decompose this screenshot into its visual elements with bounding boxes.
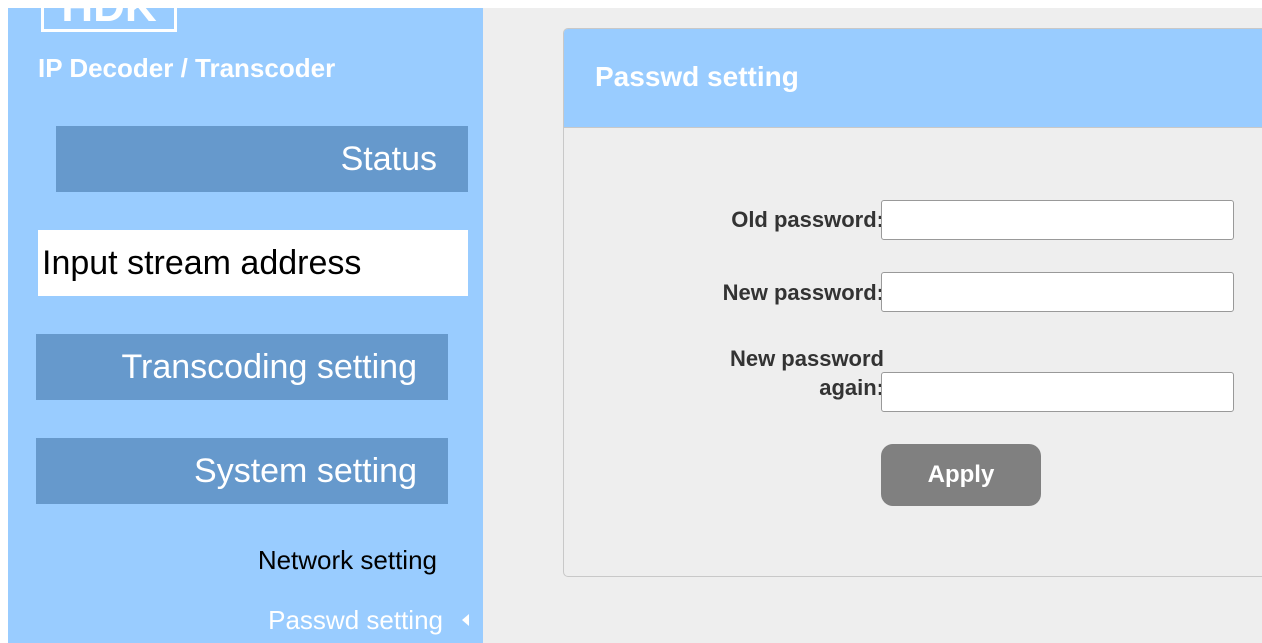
subnav-passwd-setting-label: Passwd setting [268,604,443,635]
subnav-network-setting-label: Network setting [257,544,437,575]
passwd-setting-panel: Passwd setting Old password: New passwor… [563,28,1262,577]
new-password-again-label-line2: again: [819,375,884,400]
old-password-label: Old password: [731,207,884,232]
product-title: IP Decoder / Transcoder [38,53,336,83]
new-password-again-label: New password again: [730,344,884,402]
nav-status-label: Status [340,139,437,178]
old-password-input[interactable] [881,200,1234,240]
nav-system-setting-button[interactable]: System setting [36,438,448,504]
sidebar: HDK IP Decoder / Transcoder Status Input… [8,8,483,643]
nav-transcoding-setting-button[interactable]: Transcoding setting [36,334,448,400]
apply-button[interactable]: Apply [881,444,1041,506]
new-password-label: New password: [722,280,884,305]
brand-logo: HDK [41,8,177,32]
new-password-input[interactable] [881,272,1234,312]
nav-transcoding-setting-label: Transcoding setting [121,347,417,386]
new-password-again-label-line1: New password [729,346,884,371]
subnav-network-setting-link[interactable]: Network setting [258,540,437,580]
nav-status-button[interactable]: Status [56,126,468,192]
panel-header: Passwd setting [564,29,1262,128]
nav-input-stream-address-label: Input stream address [42,243,362,282]
new-password-again-input[interactable] [881,372,1234,412]
nav-input-stream-address-button[interactable]: Input stream address [38,230,468,296]
brand-logo-text: HDK [61,8,156,29]
subnav-passwd-setting-link[interactable]: Passwd setting [268,600,469,640]
panel-title: Passwd setting [595,61,799,92]
nav-system-setting-label: System setting [194,451,417,490]
caret-left-icon [462,614,469,626]
